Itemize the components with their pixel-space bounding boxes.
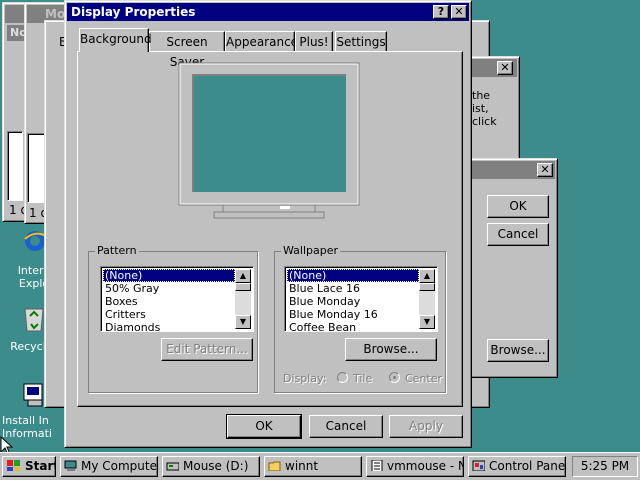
edit-pattern-button[interactable]: Edit Pattern... bbox=[161, 338, 253, 361]
monitor-preview bbox=[178, 62, 360, 220]
recycle-bin-icon[interactable] bbox=[22, 304, 46, 332]
wallpaper-list-item[interactable]: (None) bbox=[287, 269, 419, 282]
wallpaper-list[interactable]: (None) Blue Lace 16 Blue Monday Blue Monday… bbox=[284, 266, 438, 334]
side-window[interactable]: ✕ OK Cancel Browse... bbox=[468, 158, 558, 378]
windows-logo-icon bbox=[7, 460, 20, 471]
apply-button[interactable]: Apply bbox=[389, 415, 463, 438]
taskbar-item-control-panel[interactable]: Control Panel bbox=[468, 456, 566, 477]
cancel-button[interactable]: Cancel bbox=[309, 415, 383, 438]
folder-icon bbox=[268, 461, 281, 471]
tab-settings[interactable]: Settings bbox=[335, 31, 387, 51]
scroll-up-icon[interactable]: ▲ bbox=[235, 269, 251, 283]
dialog-title: Display Properties bbox=[71, 5, 196, 19]
wallpaper-list-item[interactable]: Blue Monday bbox=[287, 295, 419, 308]
display-properties-dialog[interactable]: Display Properties ? ✕ Background Screen… bbox=[64, 0, 472, 448]
tile-radio[interactable] bbox=[337, 372, 348, 383]
pattern-list-item[interactable]: 50% Gray bbox=[103, 282, 235, 295]
pattern-list[interactable]: (None) 50% Gray Boxes Critters Diamonds ▲ ▼ bbox=[100, 266, 254, 334]
scroll-up-icon[interactable]: ▲ bbox=[419, 269, 435, 283]
tab-background[interactable]: Background bbox=[79, 28, 152, 52]
clock[interactable]: 5:25 PM bbox=[581, 459, 629, 473]
taskbar-item-my-computer[interactable]: My Computer bbox=[60, 456, 158, 477]
pattern-list-item[interactable]: Diamonds bbox=[103, 321, 235, 334]
wallpaper-list-item[interactable]: Coffee Bean bbox=[287, 321, 419, 334]
close-icon[interactable]: ✕ bbox=[451, 5, 467, 19]
pattern-list-item[interactable]: Boxes bbox=[103, 295, 235, 308]
pattern-list-item[interactable]: Critters bbox=[103, 308, 235, 321]
drive-icon bbox=[166, 462, 179, 471]
content-pane bbox=[7, 131, 23, 201]
ok-button[interactable]: OK bbox=[487, 195, 549, 218]
message-text-3: click bbox=[472, 115, 497, 128]
recycle-bin-label: Recycl bbox=[10, 340, 46, 353]
wallpaper-list-item[interactable]: Blue Monday 16 bbox=[287, 308, 419, 321]
wallpaper-label: Wallpaper bbox=[281, 244, 341, 257]
help-button[interactable]: ? bbox=[433, 5, 449, 19]
preview-screen bbox=[194, 76, 346, 192]
browse-button[interactable]: Browse... bbox=[345, 338, 437, 361]
pattern-label: Pattern bbox=[95, 244, 139, 257]
scrollbar-thumb[interactable] bbox=[235, 283, 251, 291]
message-window[interactable]: ✕ the ist, click bbox=[468, 56, 520, 162]
notepad-icon bbox=[371, 460, 383, 471]
control-panel-icon bbox=[472, 460, 485, 471]
tab-panel: Pattern (None) 50% Gray Boxes Critters Diamo… bbox=[77, 51, 463, 407]
browse-button[interactable]: Browse... bbox=[487, 339, 549, 362]
pattern-list-item[interactable]: (None) bbox=[103, 269, 235, 282]
start-label: Start bbox=[25, 459, 56, 473]
pattern-group: Pattern (None) 50% Gray Boxes Critters Diamo… bbox=[88, 244, 258, 393]
wallpaper-list-item[interactable]: Blue Lace 16 bbox=[287, 282, 419, 295]
taskbar-item-mouse-drive[interactable]: Mouse (D:) bbox=[162, 456, 260, 477]
tab-plus[interactable]: Plus! bbox=[295, 31, 333, 51]
content-pane bbox=[27, 133, 45, 203]
display-label: Display: bbox=[283, 372, 327, 385]
install-info-icon[interactable] bbox=[22, 380, 46, 408]
close-icon[interactable]: ✕ bbox=[537, 163, 553, 177]
tab-screen-saver[interactable]: Screen Saver bbox=[149, 31, 225, 69]
scroll-down-icon[interactable]: ▼ bbox=[235, 315, 251, 329]
center-label: Center bbox=[405, 372, 443, 385]
scroll-down-icon[interactable]: ▼ bbox=[419, 315, 435, 329]
tile-label: Tile bbox=[353, 372, 373, 385]
ok-button[interactable]: OK bbox=[226, 414, 302, 439]
taskbar-item-winnt[interactable]: winnt bbox=[264, 456, 362, 477]
window-title: Mo bbox=[45, 7, 66, 21]
close-icon[interactable]: ✕ bbox=[497, 61, 513, 75]
message-text-2: ist, bbox=[472, 102, 489, 115]
message-text-1: the bbox=[472, 89, 491, 102]
start-button[interactable]: Start bbox=[2, 456, 56, 477]
tab-appearance[interactable]: Appearance bbox=[225, 31, 298, 51]
taskbar-item-vmmouse[interactable]: vmmouse - N... bbox=[366, 456, 464, 477]
center-radio[interactable] bbox=[389, 372, 400, 383]
scrollbar-thumb[interactable] bbox=[419, 283, 435, 291]
wallpaper-group: Wallpaper (None) Blue Lace 16 Blue Monday B… bbox=[274, 244, 446, 393]
cancel-button[interactable]: Cancel bbox=[487, 223, 549, 246]
computer-icon bbox=[64, 460, 77, 471]
system-tray: 5:25 PM bbox=[572, 456, 638, 477]
dialog-titlebar[interactable]: Display Properties bbox=[67, 3, 469, 21]
